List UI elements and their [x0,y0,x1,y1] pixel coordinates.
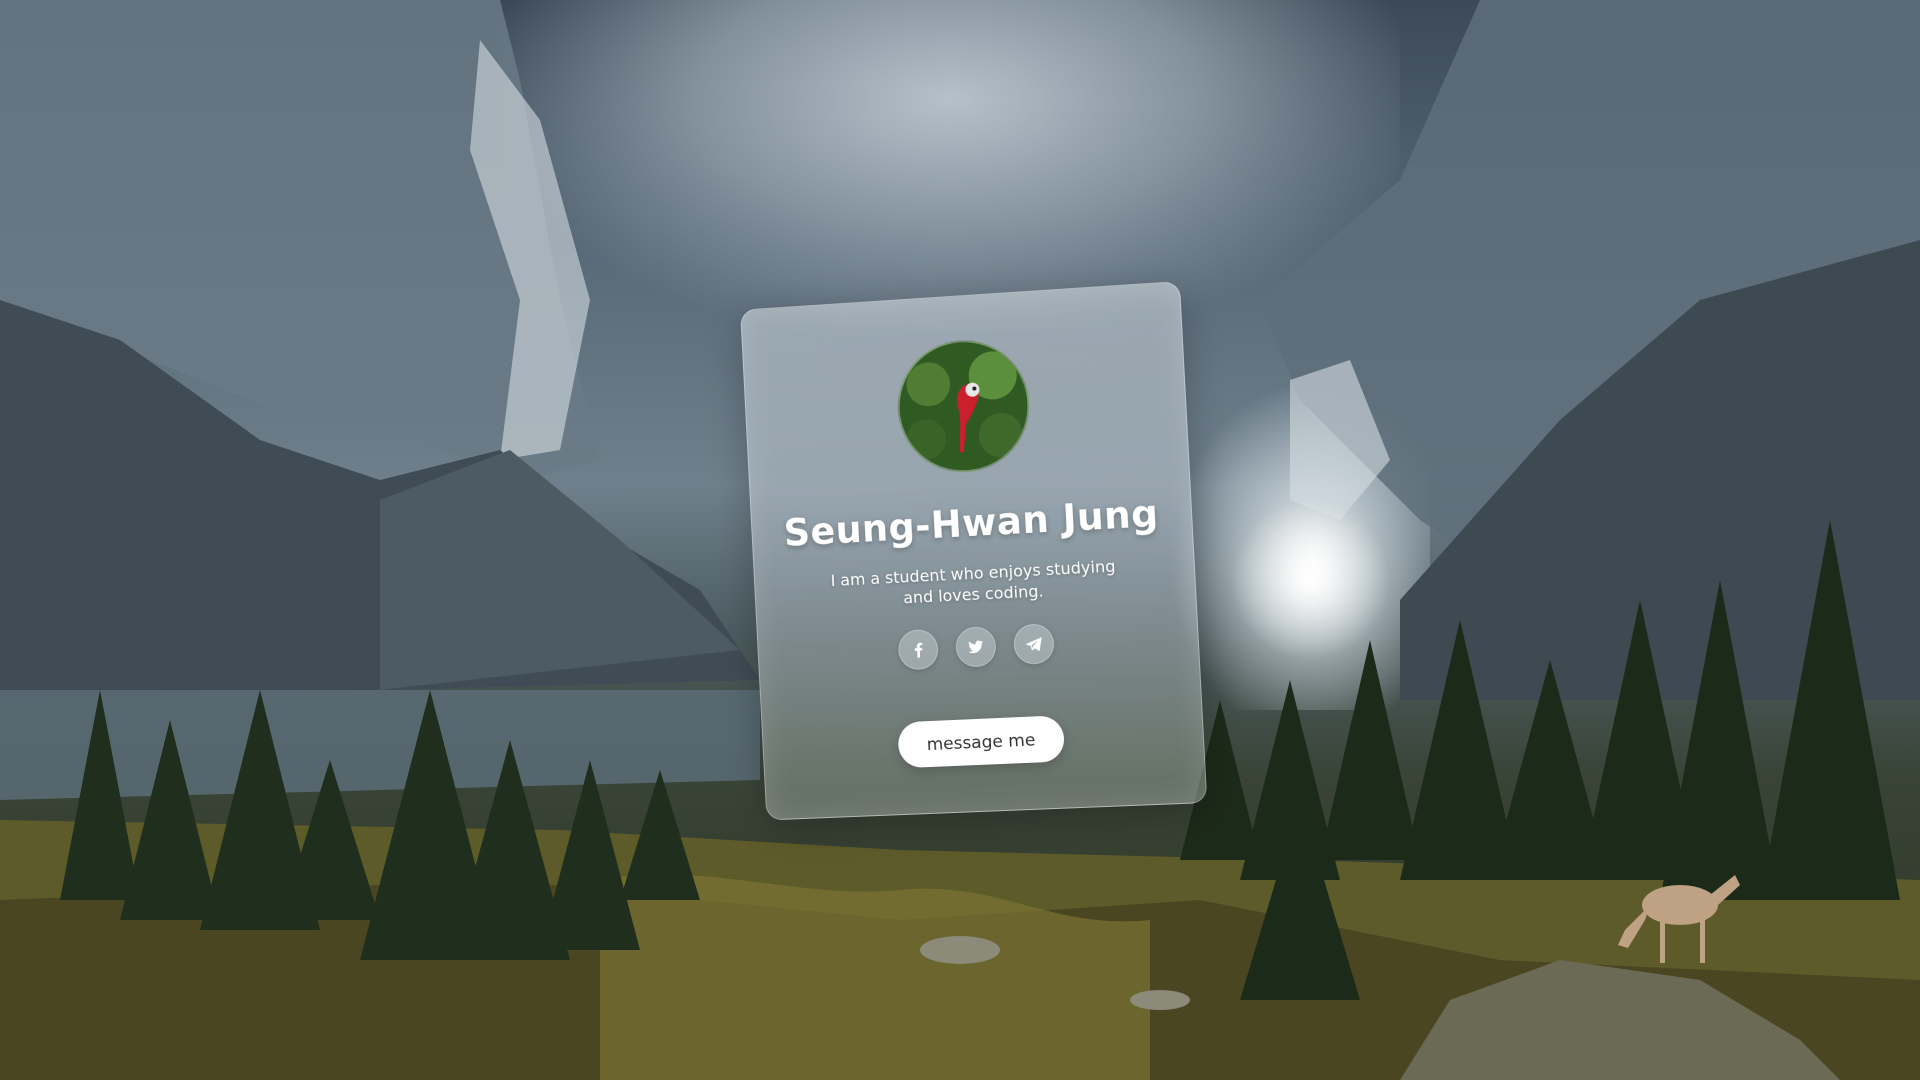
twitter-link[interactable] [954,625,997,668]
telegram-icon [1025,637,1043,652]
social-links [758,616,1199,677]
background-landscape: Seung-Hwan Jung I am a student who enjoy… [0,0,1920,1080]
profile-bio: I am a student who enjoys studying and l… [830,556,1116,608]
parrot-avatar-icon [896,338,1031,474]
message-me-button[interactable]: message me [897,715,1066,769]
profile-avatar [894,336,1033,476]
facebook-link[interactable] [897,628,940,671]
facebook-icon [914,642,923,658]
twitter-icon [968,640,983,654]
telegram-link[interactable] [1012,623,1055,666]
profile-card: Seung-Hwan Jung I am a student who enjoy… [740,280,1208,821]
profile-name: Seung-Hwan Jung [782,491,1160,555]
sun-glow [1230,500,1390,660]
